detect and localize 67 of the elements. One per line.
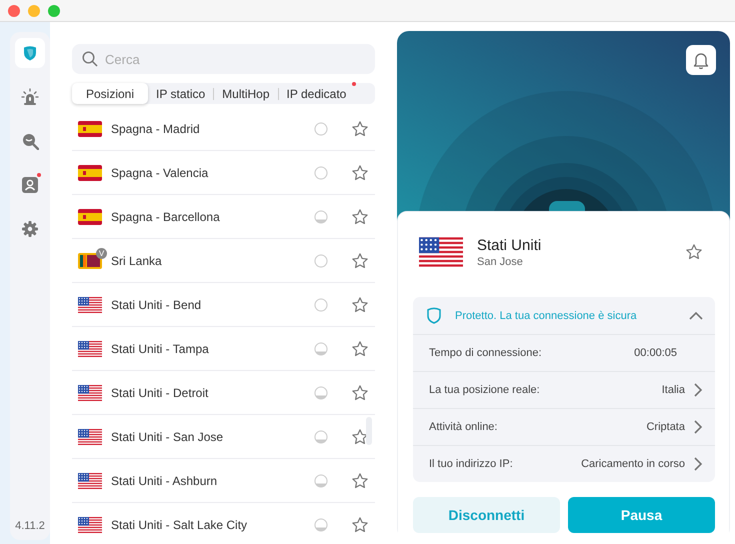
country-name: Stati Uniti: [477, 236, 542, 254]
search-icon: [22, 132, 38, 150]
detail-value: Caricamento in corso: [581, 458, 685, 470]
tab[interactable]: IP statico: [148, 83, 214, 104]
detail-value: Criptata: [646, 421, 685, 433]
location-name: Spagna - Madrid: [111, 122, 201, 136]
location-row[interactable]: Stati Uniti - Bend: [72, 283, 375, 327]
location-name: Stati Uniti - San Jose: [111, 430, 224, 444]
location-name: Stati Uniti - Tampa: [111, 342, 210, 356]
sidebar-item[interactable]: [15, 38, 45, 68]
account-icon: [22, 177, 38, 193]
detail-label: Attività online:: [429, 421, 498, 433]
search-icon: [82, 51, 98, 67]
chevron-right-icon[interactable]: [693, 420, 703, 434]
chevron-right-icon[interactable]: [693, 457, 703, 471]
location-row[interactable]: Spagna - Barcellona: [72, 195, 375, 239]
location-row[interactable]: Stati Uniti - Tampa: [72, 327, 375, 371]
detail-row[interactable]: La tua posizione reale: Italia: [413, 372, 715, 409]
star-icon[interactable]: [351, 340, 369, 358]
detail-label: La tua posizione reale:: [429, 384, 541, 396]
star-icon[interactable]: [351, 164, 369, 182]
location-name: Stati Uniti - Ashburn: [111, 474, 218, 488]
star-icon[interactable]: [351, 384, 369, 402]
scrollbar[interactable]: [366, 417, 372, 445]
detail-value: 00:00:05: [634, 347, 677, 359]
detail-value: Italia: [662, 384, 685, 396]
tab[interactable]: IP dedicato: [278, 83, 354, 104]
location-name: Spagna - Valencia: [111, 166, 210, 180]
star-icon[interactable]: [351, 296, 369, 314]
detail-label: Il tuo indirizzo IP:: [429, 458, 514, 470]
status-text: Protetto. La tua connessione è sicura: [455, 310, 638, 322]
location-name: Stati Uniti - Salt Lake City: [111, 518, 248, 532]
tab[interactable]: Posizioni: [72, 83, 148, 104]
detail-label: Tempo di connessione:: [429, 347, 543, 359]
notifications-button[interactable]: [686, 45, 716, 75]
location-name: Sri Lanka: [111, 254, 163, 268]
search-field[interactable]: Cerca: [72, 44, 375, 74]
star-icon[interactable]: [351, 428, 369, 446]
location-name: Stati Uniti - Detroit: [111, 386, 210, 400]
detail-row[interactable]: Attività online: Criptata: [413, 409, 715, 446]
location-row[interactable]: Spagna - Madrid: [72, 107, 375, 151]
chevron-right-icon[interactable]: [693, 383, 703, 397]
location-row[interactable]: Stati Uniti - Detroit: [72, 371, 375, 415]
alarm-light-icon: [21, 88, 39, 106]
location-row[interactable]: V Sri Lanka: [72, 239, 375, 283]
star-icon[interactable]: [351, 252, 369, 270]
chevron-icon[interactable]: [689, 311, 703, 320]
virtual-badge: V: [96, 248, 107, 258]
star-icon[interactable]: [351, 208, 369, 226]
star-icon[interactable]: [351, 516, 369, 534]
shield-icon: [427, 307, 441, 324]
location-row[interactable]: Stati Uniti - Salt Lake City: [72, 503, 375, 544]
shield-icon: [23, 45, 37, 61]
close-button[interactable]: [8, 4, 20, 16]
location-row[interactable]: Stati Uniti - Ashburn: [72, 459, 375, 503]
location-name: Stati Uniti - Bend: [111, 298, 202, 312]
bell-icon: [693, 52, 709, 68]
settings-icon: [22, 221, 38, 237]
star-icon[interactable]: [351, 120, 369, 138]
city-name: San Jose: [477, 256, 524, 268]
location-row[interactable]: Spagna - Valencia: [72, 151, 375, 195]
star-icon[interactable]: [351, 472, 369, 490]
version-label: 4.11.2: [15, 520, 45, 532]
location-name: Spagna - Barcellona: [111, 210, 221, 224]
detail-row[interactable]: Il tuo indirizzo IP: Caricamento in corso: [413, 446, 715, 482]
tab[interactable]: MultiHop: [214, 83, 278, 104]
star-icon[interactable]: [685, 243, 703, 261]
